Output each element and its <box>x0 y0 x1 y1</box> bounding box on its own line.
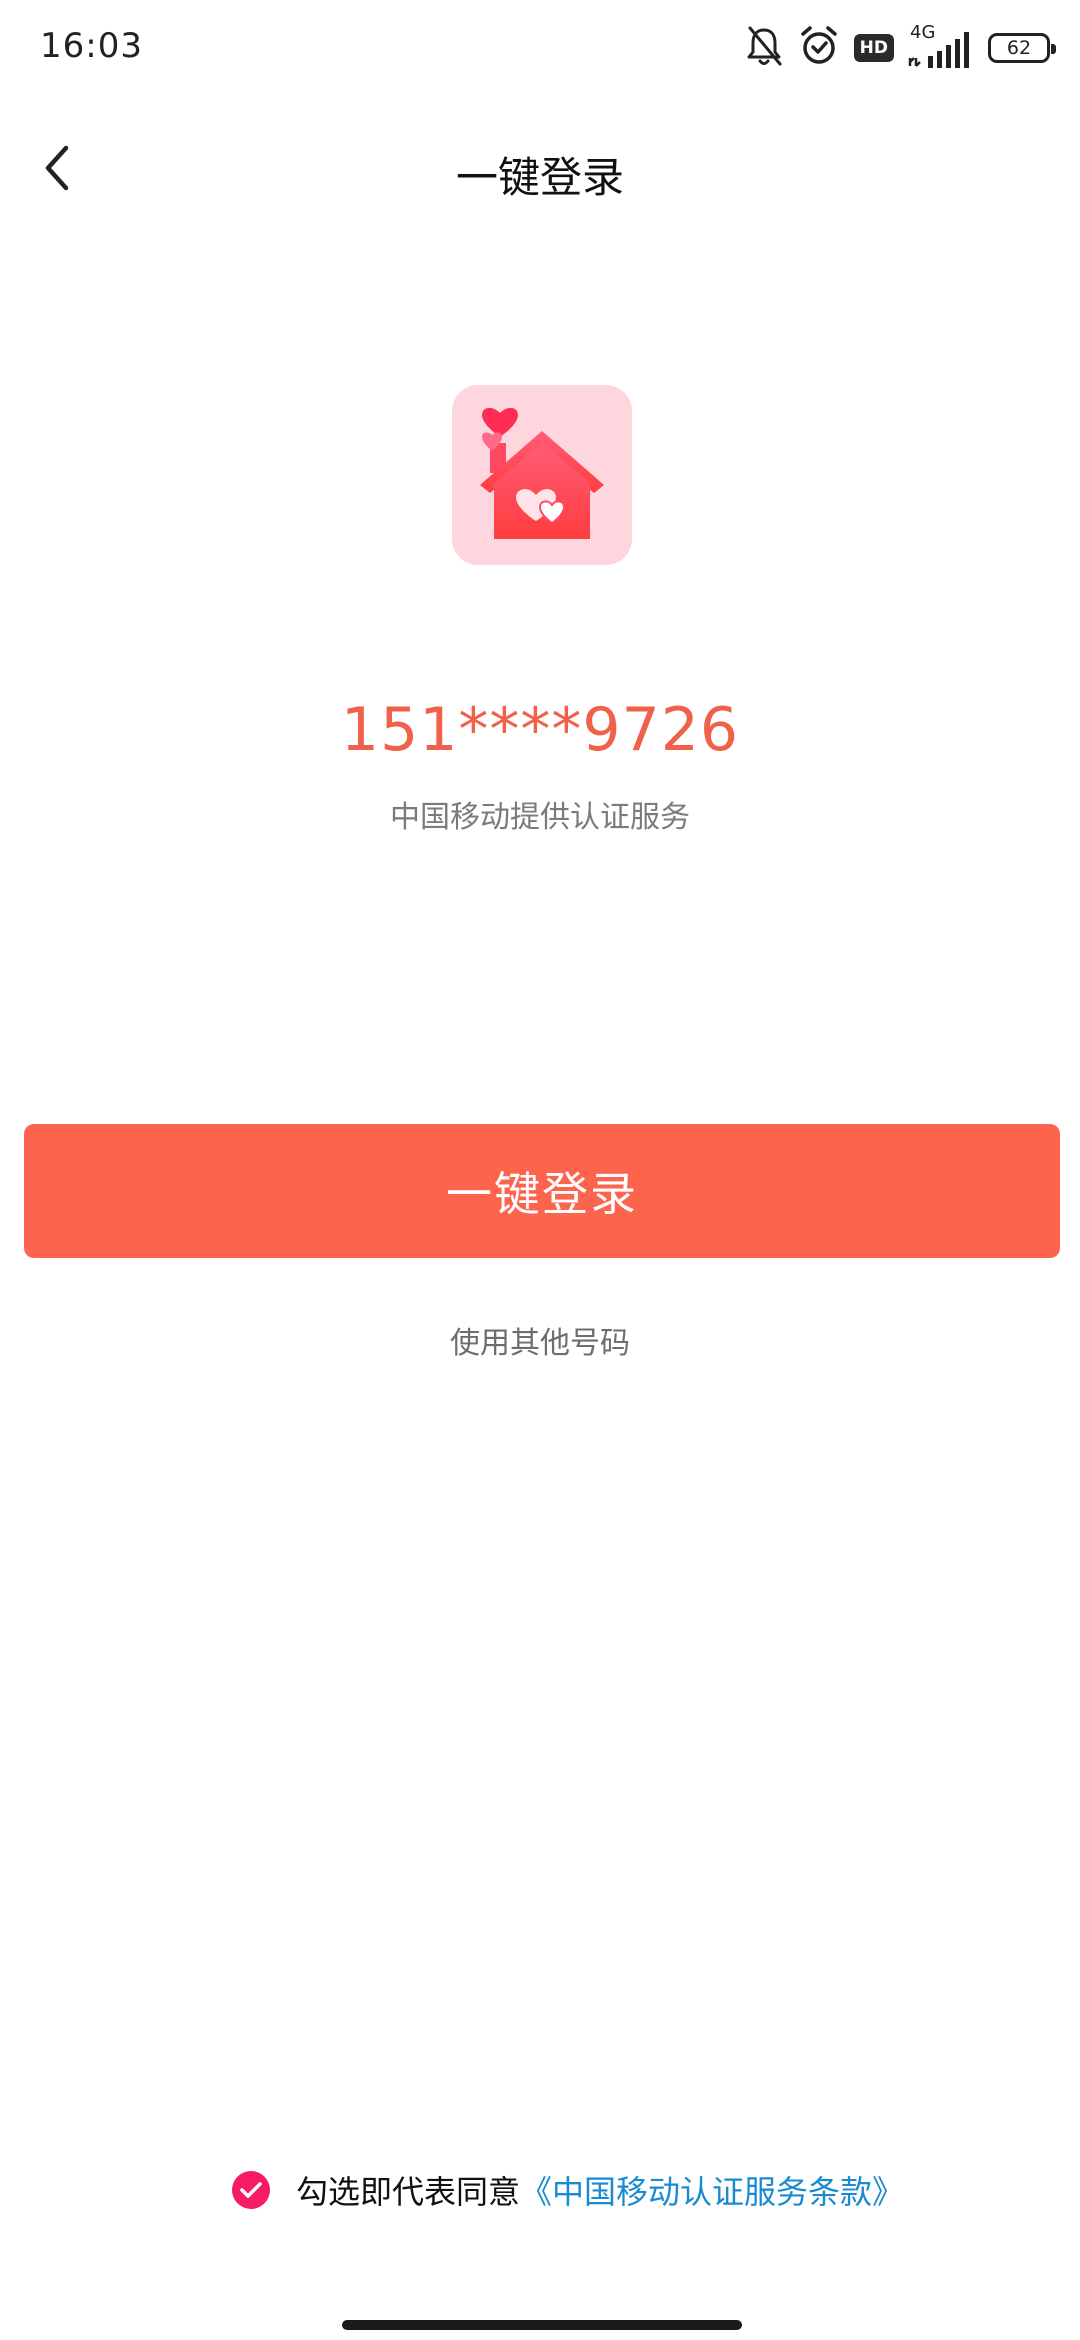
masked-phone-number: 151****9726 <box>340 695 740 765</box>
one-click-login-button[interactable]: 一键登录 <box>24 1124 1060 1258</box>
status-bar: 16:03 HD 4G 62 <box>0 0 1080 96</box>
page-title: 一键登录 <box>455 153 624 202</box>
service-terms-link[interactable]: 《中国移动认证服务条款》 <box>520 2167 904 2213</box>
checkmark-icon <box>240 2182 262 2198</box>
agreement-text: 勾选即代表同意 <box>296 2173 521 2211</box>
signal-icon: 4G <box>908 22 974 70</box>
nav-bar: 一键登录 <box>0 120 1080 220</box>
battery-icon: 62 <box>988 33 1056 63</box>
battery-level: 62 <box>1006 37 1032 59</box>
agreement-row: 勾选即代表同意 《中国移动认证服务条款》 <box>232 2162 904 2218</box>
status-time: 16:03 <box>40 26 143 66</box>
app-logo <box>452 385 632 565</box>
status-icons: HD 4G 62 <box>744 22 1056 74</box>
hd-badge: HD <box>853 34 894 62</box>
alarm-clock-icon <box>798 24 840 72</box>
home-indicator[interactable] <box>342 2320 742 2330</box>
provider-text: 中国移动提供认证服务 <box>390 800 690 835</box>
use-other-number-link[interactable]: 使用其他号码 <box>0 1318 1080 1362</box>
bell-muted-icon <box>744 24 784 72</box>
agreement-checkbox[interactable] <box>232 2171 270 2209</box>
login-button-label: 一键登录 <box>446 1167 638 1221</box>
house-heart-icon <box>480 407 604 539</box>
